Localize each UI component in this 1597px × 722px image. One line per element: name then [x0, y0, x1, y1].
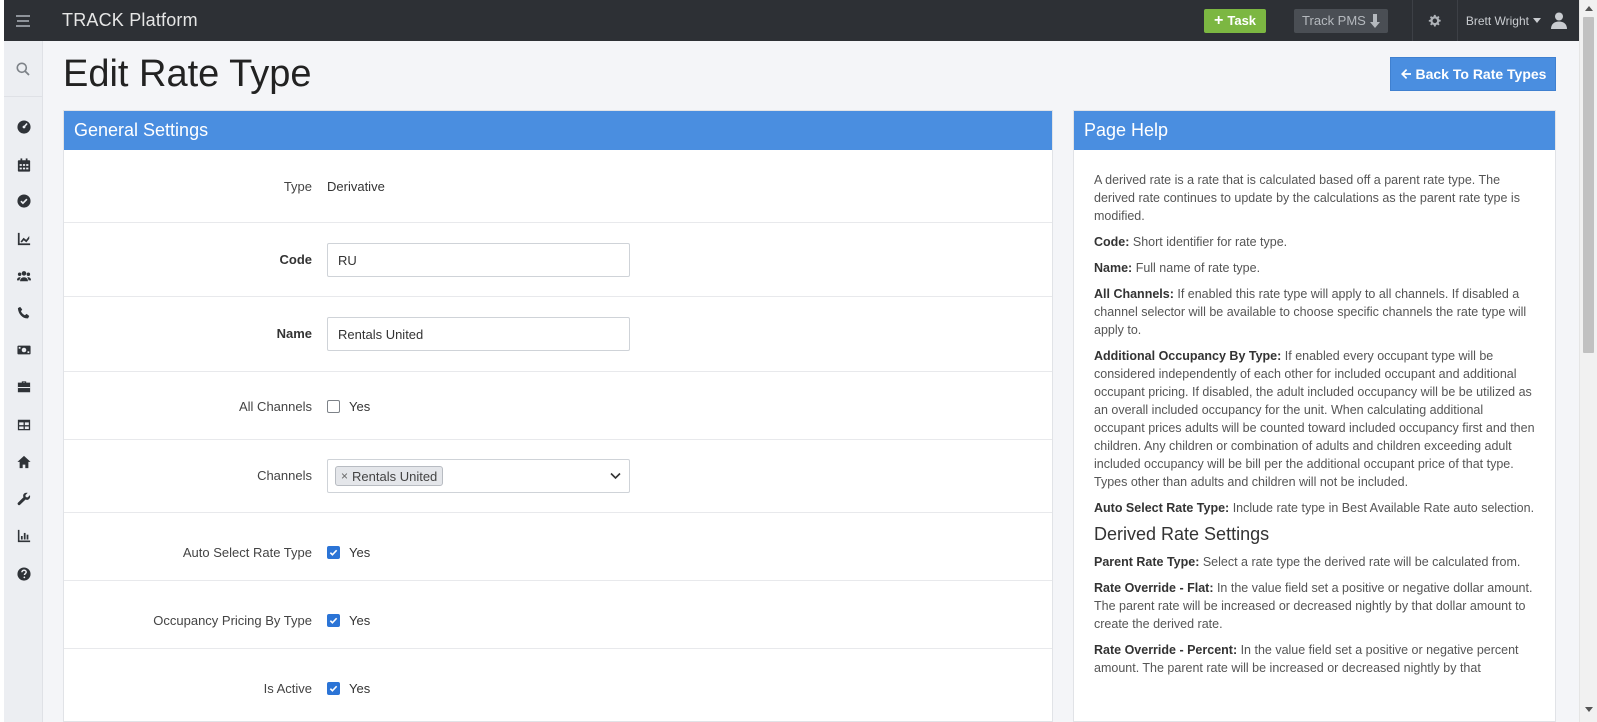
left-sidebar — [4, 41, 43, 722]
page-title: Edit Rate Type — [63, 53, 312, 95]
auto-select-label: Auto Select Rate Type — [182, 545, 312, 560]
task-button-label: Task — [1227, 13, 1257, 28]
all-channels-label: All Channels — [239, 399, 312, 414]
help-parent-rate: Parent Rate Type: Select a rate type the… — [1094, 555, 1521, 569]
report-icon[interactable] — [4, 526, 43, 546]
users-icon[interactable] — [4, 266, 43, 286]
help-icon[interactable] — [4, 564, 43, 584]
all-channels-row: All Channels Yes — [64, 372, 1052, 440]
help-override-flat: Rate Override - Flat: In the value field… — [1094, 581, 1533, 631]
help-code: Code: Short identifier for rate type. — [1094, 235, 1288, 249]
chart-icon[interactable] — [4, 229, 43, 249]
scroll-down-icon[interactable] — [1585, 707, 1593, 712]
help-all-channels: All Channels: If enabled this rate type … — [1094, 287, 1527, 337]
page-help-panel: Page Help A derived rate is a rate that … — [1073, 110, 1556, 722]
checkbox-checked-icon — [327, 682, 340, 695]
phone-icon[interactable] — [4, 303, 43, 323]
name-input[interactable]: Rentals United — [327, 317, 630, 351]
name-row: Name Rentals United — [64, 297, 1052, 372]
occupancy-row: Occupancy Pricing By Type Yes — [64, 581, 1052, 649]
channels-label: Channels — [257, 468, 312, 483]
page-help-heading: Page Help — [1074, 111, 1555, 150]
scroll-up-icon[interactable] — [1585, 6, 1593, 11]
briefcase-icon[interactable] — [4, 377, 43, 397]
back-button-label: Back To Rate Types — [1415, 66, 1547, 82]
all-channels-checkbox[interactable]: Yes — [327, 399, 370, 414]
user-name: Brett Wright — [1465, 13, 1529, 28]
add-task-button[interactable]: + Task — [1204, 8, 1267, 33]
menu-toggle-icon[interactable] — [4, 0, 42, 41]
general-settings-panel: General Settings Type Derivative Code RU… — [63, 110, 1053, 722]
general-settings-heading: General Settings — [64, 111, 1052, 150]
code-input[interactable]: RU — [327, 243, 630, 277]
type-value: Derivative — [327, 179, 385, 194]
home-icon[interactable] — [4, 452, 43, 472]
name-label: Name — [276, 326, 312, 341]
sidebar-search[interactable] — [4, 41, 42, 97]
active-row: Is Active Yes — [64, 649, 1052, 722]
arrow-left-icon — [1400, 69, 1411, 79]
scroll-thumb[interactable] — [1583, 17, 1594, 353]
user-icon — [1551, 12, 1567, 29]
brand-title[interactable]: TRACK Platform — [62, 10, 198, 31]
help-occupancy: Additional Occupancy By Type: If enabled… — [1094, 349, 1535, 489]
check-circle-icon[interactable] — [4, 191, 43, 211]
channel-tag[interactable]: × Rentals United — [335, 466, 444, 486]
arrow-down-icon — [1369, 13, 1380, 28]
page-scrollbar[interactable] — [1579, 0, 1597, 722]
active-checkbox[interactable]: Yes — [327, 681, 370, 696]
help-intro: A derived rate is a rate that is calcula… — [1094, 173, 1520, 223]
occupancy-label: Occupancy Pricing By Type — [153, 613, 312, 628]
help-override-percent: Rate Override - Percent: In the value fi… — [1094, 643, 1519, 675]
active-label: Is Active — [263, 681, 312, 696]
gear-icon[interactable] — [1413, 14, 1457, 27]
type-label: Type — [283, 179, 312, 194]
top-navbar: TRACK Platform + Task Track PMS Brett Wr… — [4, 0, 1579, 41]
dashboard-icon[interactable] — [4, 117, 43, 137]
caret-down-icon — [1533, 18, 1541, 23]
help-name: Name: Full name of rate type. — [1094, 261, 1261, 275]
occupancy-yes: Yes — [349, 613, 371, 628]
help-content: A derived rate is a rate that is calcula… — [1074, 150, 1555, 677]
search-icon — [16, 62, 30, 76]
chevron-down-icon — [610, 472, 621, 480]
wrench-icon[interactable] — [4, 489, 43, 509]
money-icon[interactable] — [4, 340, 43, 360]
plus-icon: + — [1214, 11, 1224, 29]
auto-select-yes: Yes — [349, 545, 371, 560]
user-menu[interactable]: Brett Wright — [1458, 12, 1567, 29]
back-to-rate-types-button[interactable]: Back To Rate Types — [1390, 57, 1556, 91]
channels-row: Channels × Rentals United — [64, 440, 1052, 513]
checkbox-checked-icon — [327, 546, 340, 559]
derived-rate-heading: Derived Rate Settings — [1094, 524, 1270, 544]
occupancy-checkbox[interactable]: Yes — [327, 613, 370, 628]
remove-tag-icon[interactable]: × — [341, 469, 348, 483]
checkbox-checked-icon — [327, 614, 340, 627]
channels-select[interactable]: × Rentals United — [327, 459, 630, 493]
all-channels-yes: Yes — [349, 399, 371, 414]
code-label: Code — [279, 252, 313, 267]
checkbox-unchecked-icon — [327, 400, 340, 413]
auto-select-row: Auto Select Rate Type Yes — [64, 513, 1052, 581]
channel-tag-label: Rentals United — [352, 468, 438, 484]
type-row: Type Derivative — [64, 150, 1052, 223]
help-auto-select: Auto Select Rate Type: Include rate type… — [1094, 501, 1535, 515]
auto-select-checkbox[interactable]: Yes — [327, 545, 370, 560]
grid-icon[interactable] — [4, 415, 43, 435]
calendar-icon[interactable] — [4, 155, 43, 175]
track-pms-label: Track PMS — [1302, 13, 1366, 28]
code-row: Code RU — [64, 223, 1052, 297]
track-pms-button[interactable]: Track PMS — [1294, 8, 1388, 33]
active-yes: Yes — [349, 681, 371, 696]
